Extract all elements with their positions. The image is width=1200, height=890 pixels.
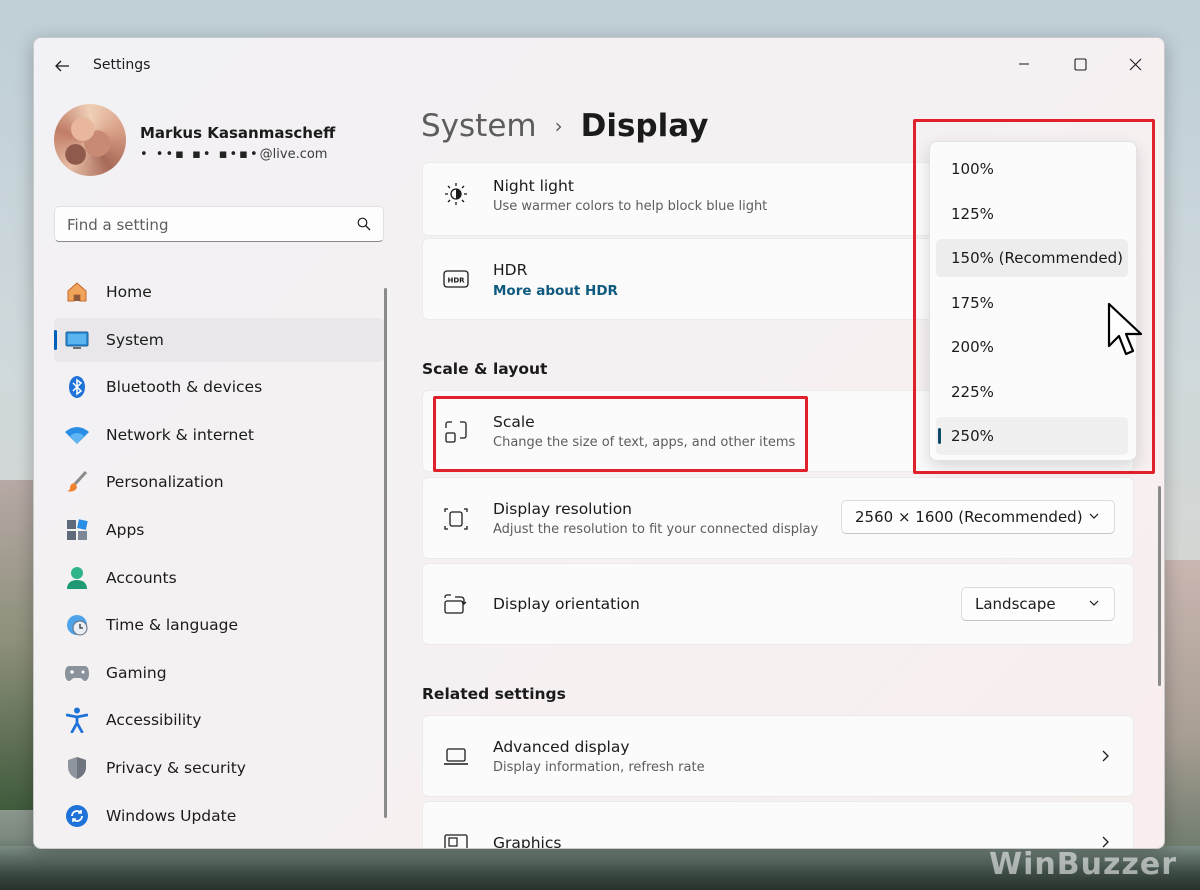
sidebar-scrollbar[interactable] xyxy=(384,288,387,818)
apps-icon xyxy=(64,517,90,543)
sidebar-item-windows-update[interactable]: Windows Update xyxy=(54,794,384,838)
more-about-hdr-link[interactable]: More about HDR xyxy=(493,283,618,299)
sidebar-item-label: Bluetooth & devices xyxy=(106,378,263,397)
wifi-icon xyxy=(64,422,90,448)
night-light-title: Night light xyxy=(493,177,574,195)
orientation-icon xyxy=(443,592,469,618)
sidebar-item-bluetooth[interactable]: Bluetooth & devices xyxy=(54,365,384,409)
search-input[interactable] xyxy=(55,207,359,243)
user-email: • ••▪ ▪• ▪•▪•@live.com xyxy=(140,147,327,162)
close-icon xyxy=(1129,58,1141,70)
sidebar-item-system[interactable]: System xyxy=(54,317,384,362)
sidebar-item-personalization[interactable]: Personalization xyxy=(54,460,384,504)
svg-text:HDR: HDR xyxy=(447,277,465,285)
watermark-text: WinBuzzer xyxy=(989,846,1178,882)
minimize-icon xyxy=(1019,63,1029,65)
user-profile[interactable]: Markus Kasanmascheff • ••▪ ▪• ▪•▪•@live.… xyxy=(54,104,394,184)
breadcrumb-parent[interactable]: System xyxy=(421,108,537,144)
masked-email-prefix: • ••▪ ▪• ▪•▪• xyxy=(140,147,260,162)
sidebar-item-label: Personalization xyxy=(106,473,224,492)
laptop-icon xyxy=(443,744,469,770)
back-button[interactable] xyxy=(50,54,74,78)
night-light-icon xyxy=(443,181,469,207)
main-scrollbar[interactable] xyxy=(1158,486,1161,686)
clock-globe-icon xyxy=(64,612,90,638)
display-orientation-card: Display orientation Landscape xyxy=(422,563,1134,645)
sidebar-item-label: System xyxy=(106,330,164,349)
desktop-background-right xyxy=(1160,560,1200,850)
breadcrumb-separator: › xyxy=(554,114,563,138)
sidebar-item-apps[interactable]: Apps xyxy=(54,508,384,552)
sidebar-item-label: Gaming xyxy=(106,663,167,682)
display-resolution-title: Display resolution xyxy=(493,500,633,518)
bluetooth-icon xyxy=(64,374,90,400)
sidebar-nav: Home System Bluetooth & devices Network … xyxy=(54,270,384,841)
display-resolution-value: 2560 × 1600 (Recommended) xyxy=(855,508,1083,526)
sidebar-item-label: Network & internet xyxy=(106,425,254,444)
watermark-logo: WinBuzzer xyxy=(975,842,1176,886)
sidebar-item-network[interactable]: Network & internet xyxy=(54,413,384,457)
chevron-down-icon xyxy=(1089,513,1099,519)
display-orientation-title: Display orientation xyxy=(493,595,640,613)
accessibility-icon xyxy=(64,707,90,734)
hdr-title: HDR xyxy=(493,261,528,279)
chevron-down-icon xyxy=(1089,600,1099,606)
display-resolution-subtitle: Adjust the resolution to fit your connec… xyxy=(493,522,819,537)
display-orientation-dropdown[interactable]: Landscape xyxy=(961,587,1115,621)
sidebar-item-label: Apps xyxy=(106,520,145,539)
avatar xyxy=(54,104,126,176)
chevron-right-icon xyxy=(1102,750,1109,762)
brush-icon xyxy=(64,469,90,495)
sidebar-item-label: Home xyxy=(106,283,152,301)
gamepad-icon xyxy=(64,660,90,686)
sidebar-item-accessibility[interactable]: Accessibility xyxy=(54,698,384,742)
back-arrow-icon xyxy=(55,60,69,72)
display-resolution-card: Display resolution Adjust the resolution… xyxy=(422,477,1134,559)
monitor-icon xyxy=(64,327,90,353)
title-bar: Settings xyxy=(34,38,1164,94)
window-title: Settings xyxy=(93,57,151,73)
graphics-title: Graphics xyxy=(493,834,562,849)
sidebar-item-gaming[interactable]: Gaming xyxy=(54,651,384,695)
hdr-icon: HDR xyxy=(443,266,469,292)
maximize-icon xyxy=(1073,57,1087,71)
search-icon xyxy=(357,217,371,231)
page-title: Display xyxy=(580,108,709,144)
section-related-settings: Related settings xyxy=(422,685,566,703)
search-box[interactable] xyxy=(54,206,384,243)
sidebar-item-privacy[interactable]: Privacy & security xyxy=(54,746,384,790)
minimize-button[interactable] xyxy=(1002,46,1046,82)
close-button[interactable] xyxy=(1113,46,1157,82)
sidebar-item-label: Windows Update xyxy=(106,806,237,825)
highlight-box-scale-setting xyxy=(433,396,808,472)
email-suffix: @live.com xyxy=(259,147,328,162)
display-orientation-value: Landscape xyxy=(975,595,1056,613)
maximize-button[interactable] xyxy=(1058,46,1102,82)
sidebar-item-label: Privacy & security xyxy=(106,758,246,777)
graphics-card-icon xyxy=(443,830,469,848)
display-resolution-dropdown[interactable]: 2560 × 1600 (Recommended) xyxy=(841,500,1115,534)
person-icon xyxy=(64,565,90,591)
settings-window: Settings Markus Kasanmascheff • ••▪ ▪• ▪… xyxy=(33,37,1165,849)
advanced-display-subtitle: Display information, refresh rate xyxy=(493,760,705,775)
night-light-subtitle: Use warmer colors to help block blue lig… xyxy=(493,199,768,214)
section-scale-layout: Scale & layout xyxy=(422,360,548,378)
home-icon xyxy=(64,279,90,305)
highlight-box-scale-options xyxy=(913,119,1155,474)
update-icon xyxy=(64,803,90,829)
sidebar-item-home[interactable]: Home xyxy=(54,270,384,314)
advanced-display-title: Advanced display xyxy=(493,738,630,756)
sidebar-item-label: Accounts xyxy=(106,568,177,587)
user-name: Markus Kasanmascheff xyxy=(140,124,336,142)
sidebar-item-label: Time & language xyxy=(106,616,239,635)
breadcrumb: System › Display xyxy=(421,108,708,144)
mouse-cursor-icon xyxy=(1107,302,1143,356)
advanced-display-card[interactable]: Advanced display Display information, re… xyxy=(422,715,1134,797)
sidebar-item-label: Accessibility xyxy=(106,711,202,730)
shield-icon xyxy=(64,755,90,781)
sidebar-item-time-language[interactable]: Time & language xyxy=(54,603,384,647)
resolution-icon xyxy=(443,506,469,532)
sidebar-item-accounts[interactable]: Accounts xyxy=(54,556,384,600)
